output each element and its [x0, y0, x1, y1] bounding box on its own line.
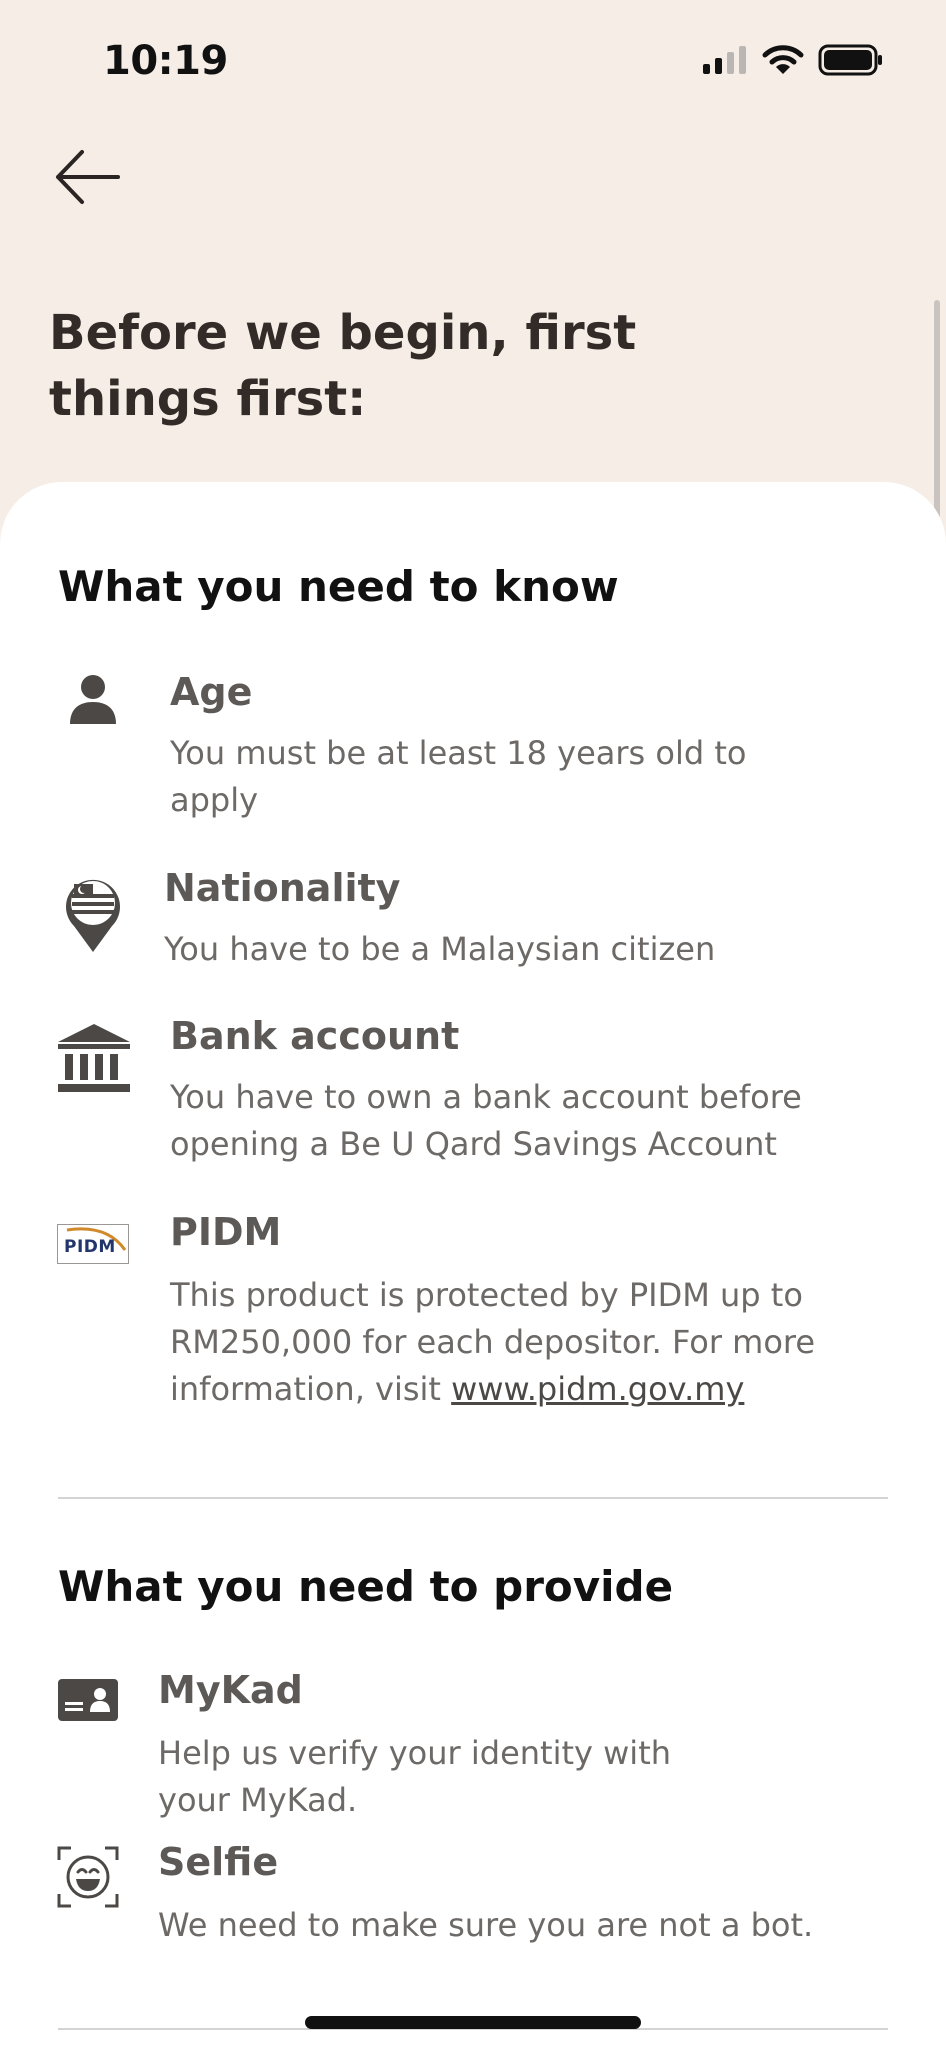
pidm-logo-text: PIDM [64, 1237, 116, 1257]
bank-account-description: You have to own a bank account before op… [170, 1078, 802, 1163]
age-description: You must be at least 18 years old to app… [170, 734, 747, 819]
arrow-left-icon [56, 150, 120, 204]
info-sheet: What you need to know Age You must be at… [0, 482, 946, 2048]
cellular-signal-icon [703, 46, 746, 74]
page-title: Before we begin, first things first: [49, 305, 637, 427]
status-time: 10:19 [103, 38, 228, 84]
home-indicator[interactable] [305, 2016, 641, 2029]
pidm-website-link[interactable]: www.pidm.gov.my [451, 1370, 744, 1408]
provide-section-title: What you need to provide [58, 1562, 674, 1611]
selfie-description: We need to make sure you are not a bot. [158, 1906, 814, 1944]
mykad-title: MyKad [158, 1668, 303, 1712]
know-section-title: What you need to know [58, 562, 619, 611]
status-icons [702, 44, 884, 76]
selfie-icon [57, 1846, 119, 1908]
status-bar: 10:19 [0, 0, 946, 120]
bank-icon [58, 1024, 130, 1092]
wifi-icon [762, 45, 804, 74]
pidm-title: PIDM [170, 1210, 282, 1254]
pidm-logo: PIDM [57, 1224, 129, 1264]
nationality-title: Nationality [164, 866, 401, 910]
section-divider [58, 1497, 888, 1499]
age-title: Age [170, 670, 253, 714]
pidm-description: This product is protected by PIDM up to … [170, 1272, 890, 1413]
selfie-title: Selfie [158, 1840, 279, 1884]
id-card-icon [58, 1679, 118, 1721]
nationality-description: You have to be a Malaysian citizen [164, 930, 716, 968]
bank-account-title: Bank account [170, 1014, 460, 1058]
back-button[interactable] [52, 145, 124, 209]
mykad-description: Help us verify your identity with your M… [158, 1734, 672, 1819]
person-icon [70, 675, 116, 724]
battery-icon [818, 44, 882, 76]
malaysia-flag-pin-icon [66, 879, 120, 952]
